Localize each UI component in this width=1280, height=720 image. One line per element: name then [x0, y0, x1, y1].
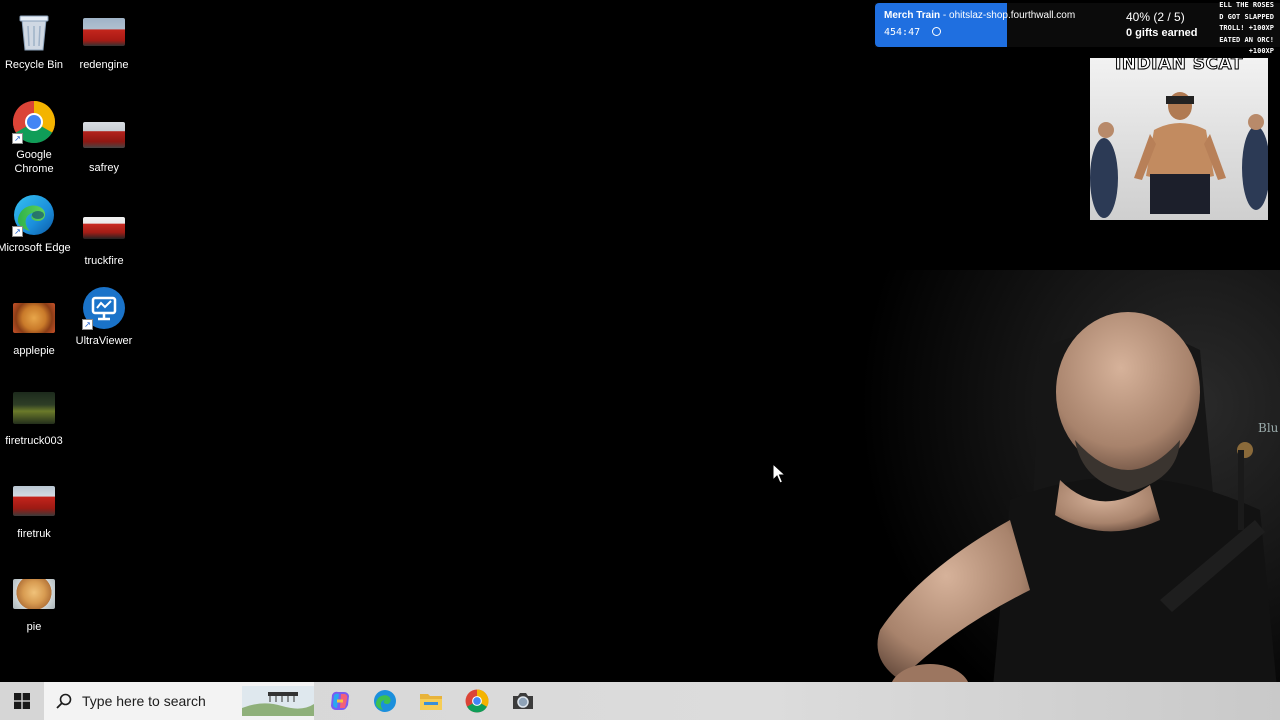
meme-image [1090, 92, 1268, 218]
meme-overlay: INDIAN SCAT [1090, 58, 1268, 220]
desktop-icon-ultraviewer[interactable]: ↗ UltraViewer [66, 286, 142, 348]
image-file-icon [12, 479, 56, 523]
desktop-icon-label: redengine [79, 59, 129, 71]
mouse-cursor-icon [772, 462, 787, 490]
ultraviewer-icon: ↗ [82, 286, 126, 330]
taskbar-search-box[interactable]: Type here to search [44, 682, 314, 720]
desktop-icon-label: pie [26, 621, 42, 633]
desktop-icon-label: Google Chrome [14, 149, 54, 175]
shortcut-arrow-icon: ↗ [82, 319, 93, 330]
taskbar: Type here to search [0, 682, 1280, 720]
webcam-overlay: Blu [860, 270, 1280, 720]
copilot-icon [331, 691, 349, 710]
edge-icon: ↗ [12, 193, 56, 237]
desktop-icon-label: Recycle Bin [4, 59, 64, 71]
ticker-line: EATED AN ORC! [1219, 35, 1274, 44]
camera-icon [513, 693, 533, 709]
merch-train-timer: 454:47 [884, 27, 942, 38]
desktop-icon-redengine[interactable]: redengine [66, 10, 142, 72]
search-highlight-image [242, 686, 314, 716]
desktop-icon-label: safrey [89, 162, 119, 174]
merch-progress-text: 40% (2 / 5) [1126, 10, 1185, 24]
desktop-icon-pie[interactable]: pie [0, 572, 72, 634]
taskbar-app-edge[interactable] [363, 682, 407, 720]
ticker-line: ELL THE ROSES [1219, 1, 1274, 9]
alert-ticker: ELL THE ROSES D GOT SLAPPED TROLL! +100X… [1200, 0, 1280, 58]
file-explorer-icon [420, 694, 442, 710]
desktop-icon-label: firetruck003 [5, 435, 63, 447]
meme-caption: INDIAN SCAT [1115, 58, 1243, 75]
desktop-icon-firetruk[interactable]: firetruk [0, 479, 72, 541]
webcam-feed: Blu [860, 270, 1280, 720]
windows-logo-icon [14, 693, 30, 709]
chrome-icon [465, 689, 489, 713]
image-file-icon [82, 10, 126, 54]
clock-icon [932, 27, 942, 36]
desktop-icon-label: truckfire [84, 255, 124, 267]
desktop-icon-truckfire[interactable]: truckfire [66, 206, 142, 268]
desktop-icon-applepie[interactable]: applepie [0, 296, 72, 358]
gifts-earned-text: 0 gifts earned [1126, 27, 1198, 39]
image-file-icon [12, 572, 56, 616]
search-placeholder: Type here to search [82, 693, 206, 709]
merch-train-url: - ohitslaz-shop.fourthwall.com [940, 10, 1076, 21]
desktop-icon-recycle-bin[interactable]: Recycle Bin [0, 10, 72, 72]
chrome-icon: ↗ [12, 100, 56, 144]
ticker-line: +100XP [1248, 47, 1274, 55]
edge-icon [374, 690, 396, 712]
image-file-icon [12, 296, 56, 340]
recycle-bin-icon [12, 10, 56, 54]
desktop-icon-google-chrome[interactable]: ↗ Google Chrome [0, 100, 72, 176]
merch-train-name: Merch Train [884, 10, 941, 21]
ticker-line: TROLL! +100XP [1219, 24, 1274, 32]
taskbar-app-chrome[interactable] [455, 682, 499, 720]
taskbar-app-camera[interactable] [501, 682, 545, 720]
desktop-icon-safrey[interactable]: safrey [66, 113, 142, 175]
desktop-icon-label: UltraViewer [75, 335, 133, 347]
image-file-icon [82, 206, 126, 250]
shortcut-arrow-icon: ↗ [12, 226, 23, 237]
search-icon [56, 693, 72, 709]
image-file-icon [82, 113, 126, 157]
start-button[interactable] [0, 682, 44, 720]
desktop-icon-firetruck003[interactable]: firetruck003 [0, 386, 72, 448]
taskbar-app-copilot[interactable] [318, 682, 362, 720]
ticker-line: D GOT SLAPPED [1219, 12, 1274, 21]
svg-text:Blu: Blu [1258, 421, 1279, 435]
timer-value: 454:47 [884, 27, 921, 38]
merch-train-title: Merch Train - ohitslaz-shop.fourthwall.c… [884, 10, 1075, 21]
desktop-icon-label: firetruk [17, 528, 51, 540]
desktop-icon-label: Microsoft Edge [0, 242, 71, 254]
image-file-icon [12, 386, 56, 430]
shortcut-arrow-icon: ↗ [12, 133, 23, 144]
desktop-icon-label: applepie [13, 345, 55, 357]
taskbar-app-file-explorer[interactable] [409, 682, 453, 720]
desktop-icon-microsoft-edge[interactable]: ↗ Microsoft Edge [0, 193, 72, 255]
